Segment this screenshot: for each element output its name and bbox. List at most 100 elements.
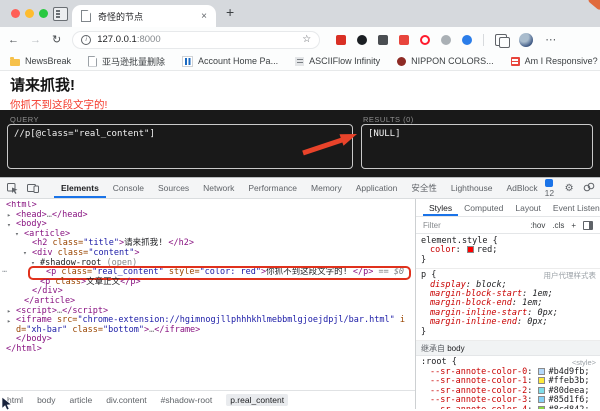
devtools-body: <html> ▸ <head>…</head> ▾ <body> ▾ <article> <h… <box>0 199 600 411</box>
extension-opera-ring-icon[interactable] <box>420 34 431 45</box>
xpath-helper-panel: QUERY //p[@class="real_content"] RESULTS… <box>0 110 600 177</box>
css-rule[interactable]: element.style {color: red;} <box>416 235 600 270</box>
breadcrumb-article[interactable]: article <box>70 395 93 405</box>
devtools-tab-application[interactable]: Application <box>349 178 405 198</box>
newsbreak-icon <box>10 56 20 66</box>
styles-sidebar-tabs: StylesComputedLayoutEvent Listeners» <box>416 199 600 217</box>
devtools-tab-security[interactable]: 安全性 <box>404 178 444 198</box>
devtools-tab-console[interactable]: Console <box>106 178 151 198</box>
dom-tree-row[interactable]: ▸ <iframe src="chrome-extension://hgimnog… <box>0 315 414 335</box>
css-rule[interactable]: :root {<style> --sr-annote-color-0: #b4d9… <box>416 356 600 409</box>
styles-toggle-hov[interactable]: :hov <box>530 221 545 230</box>
url-text: 127.0.0.1:8000 <box>97 34 161 45</box>
devtools-tab-network[interactable]: Network <box>196 178 241 198</box>
window-maximize-button[interactable] <box>39 9 48 18</box>
gutter-ellipsis-icon[interactable]: ⋯ <box>2 268 7 278</box>
window-minimize-button[interactable] <box>25 9 34 18</box>
styles-tab-styles[interactable]: Styles <box>423 199 458 216</box>
color-swatch[interactable] <box>538 377 546 385</box>
devtools-tab-lighthouse[interactable]: Lighthouse <box>444 178 500 198</box>
settings-gear-icon[interactable]: ⚙ <box>565 183 574 194</box>
device-toolbar-icon[interactable] <box>27 183 39 193</box>
breadcrumb-#shadow-root[interactable]: #shadow-root <box>161 395 213 405</box>
new-tab-button[interactable]: + <box>226 4 234 20</box>
extension-blue-circle-icon[interactable] <box>462 34 473 45</box>
bookmark-newsbreak[interactable]: NewsBreak <box>10 56 71 66</box>
page-heading: 请来抓我! <box>10 77 75 94</box>
forward-icon[interactable]: → <box>30 34 41 46</box>
color-swatch[interactable] <box>538 386 546 394</box>
css-property[interactable]: color: red; <box>421 246 596 255</box>
inspect-element-icon[interactable] <box>7 182 18 194</box>
color-swatch[interactable] <box>538 367 546 375</box>
sidebar-panel-icon[interactable] <box>583 220 593 230</box>
profile-avatar[interactable] <box>519 32 534 47</box>
bookmark-amazon-batch-delete[interactable]: 亚马逊批量删除 <box>88 55 165 68</box>
devtools-tab-sources[interactable]: Sources <box>151 178 196 198</box>
address-bar[interactable]: i 127.0.0.1:8000 ☆ <box>72 30 321 49</box>
css-property[interactable]: --sr-annote-color-4: #8cd842; <box>421 405 596 409</box>
nippon-colors-icon <box>397 56 407 66</box>
extension-red-grid-icon[interactable] <box>336 34 347 45</box>
stylesheet-origin: <style> <box>571 358 596 368</box>
styles-tab-computed[interactable]: Computed <box>458 199 509 216</box>
breadcrumb-body[interactable]: body <box>37 395 55 405</box>
dom-tree: <html> ▸ <head>…</head> ▾ <body> ▾ <article> <h… <box>0 201 414 390</box>
bookmark-am-i-responsive[interactable]: Am I Responsive? <box>510 56 598 66</box>
stylesheet-origin: 用户代理样式表 <box>543 271 597 281</box>
extension-gray-circle-icon[interactable] <box>441 34 452 45</box>
styles-filter-input[interactable]: Filter <box>423 221 441 230</box>
extension-github-icon[interactable] <box>357 34 368 45</box>
bookmark-nippon-colors[interactable]: NIPPON COLORS... <box>397 56 494 66</box>
bookmark-label: Account Home Pa... <box>198 56 279 66</box>
extension-dark-square-icon[interactable] <box>378 34 389 45</box>
site-info-icon[interactable]: i <box>81 34 92 45</box>
url-port: :8000 <box>136 34 161 45</box>
browser-menu-icon[interactable]: ⋯ <box>545 33 556 46</box>
dom-tree-row[interactable]: </body> <box>0 335 414 345</box>
color-swatch[interactable] <box>538 396 546 404</box>
styles-toggle-cls[interactable]: .cls <box>552 221 564 230</box>
dom-tree-row[interactable]: </html> <box>0 344 414 355</box>
back-icon[interactable]: ← <box>8 34 19 46</box>
devtools-tab-adblock[interactable]: AdBlock <box>499 178 544 198</box>
styles-toggle-buttons: :hov .cls + <box>530 220 593 230</box>
styles-tab-event-listeners[interactable]: Event Listeners <box>547 199 600 216</box>
devtools-tab-memory[interactable]: Memory <box>304 178 349 198</box>
vertical-tabs-icon[interactable] <box>53 7 68 21</box>
collapsed-arrow-icon[interactable]: ▸ <box>7 317 11 327</box>
bookmark-label: NIPPON COLORS... <box>411 56 494 66</box>
breadcrumb-p.real_content[interactable]: p.real_content <box>226 394 289 406</box>
link-rings-icon[interactable] <box>583 182 595 194</box>
issues-badge[interactable]: 12 <box>544 178 556 198</box>
inherited-from-header: 继承自 body <box>416 341 600 357</box>
webpage-content: 请来抓我! 你抓不到这段文字的! <box>0 71 600 111</box>
devtools-toolbar-right: 12 ⚙ ⋯ × <box>544 178 600 198</box>
styles-tab-layout[interactable]: Layout <box>509 199 547 216</box>
bookmark-label: NewsBreak <box>25 56 72 66</box>
amazon-batch-delete-icon <box>88 55 98 67</box>
tab-close-icon[interactable]: × <box>201 11 207 22</box>
extension-red-lines-icon[interactable] <box>399 34 410 45</box>
color-swatch[interactable] <box>538 405 546 409</box>
results-label: RESULTS (0) <box>363 115 414 124</box>
color-swatch[interactable] <box>466 246 474 254</box>
bookmark-account-home[interactable]: Account Home Pa... <box>182 55 279 67</box>
devtools-tab-elements[interactable]: Elements <box>54 178 106 198</box>
multitask-tabs-icon[interactable] <box>495 33 510 48</box>
bookmark-label: ASCIIFlow Infinity <box>309 56 381 66</box>
css-rule[interactable]: p {用户代理样式表 display: block; margin-block-st… <box>416 269 600 342</box>
styles-sidebar: StylesComputedLayoutEvent Listeners» Fil… <box>415 199 600 409</box>
devtools-tab-performance[interactable]: Performance <box>241 178 304 198</box>
styles-toggle-[interactable]: + <box>571 221 576 230</box>
css-property[interactable]: margin-inline-end: 0px; <box>421 318 596 327</box>
dom-tree-row[interactable]: ▸ <head>…</head> <box>0 210 414 221</box>
page-favicon-icon <box>81 10 91 22</box>
favorite-star-icon[interactable]: ☆ <box>302 34 311 45</box>
window-close-button[interactable] <box>11 9 20 18</box>
breadcrumb-div.content[interactable]: div.content <box>106 395 146 405</box>
bookmark-label: 亚马逊批量删除 <box>102 56 166 67</box>
reload-icon[interactable]: ↻ <box>52 33 61 46</box>
bookmark-asciiflow[interactable]: ASCIIFlow Infinity <box>295 56 380 66</box>
browser-tab[interactable]: 奇怪的节点 × <box>72 5 216 27</box>
